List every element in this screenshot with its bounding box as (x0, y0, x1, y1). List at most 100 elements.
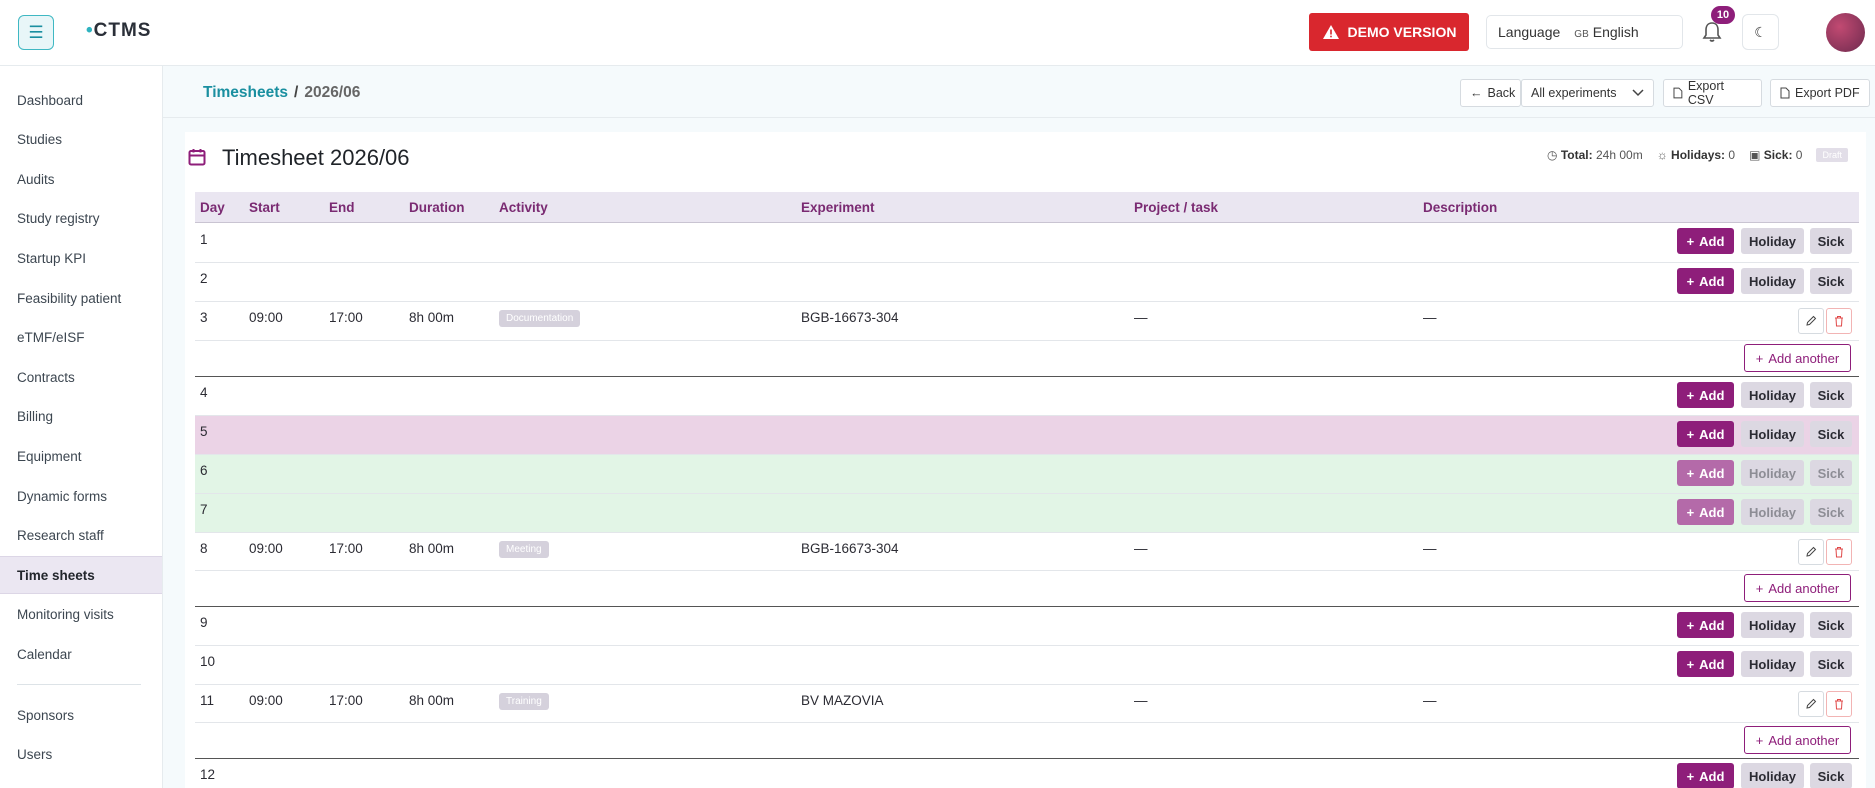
breadcrumb-bar: Timesheets / 2026/06 ← Back All experiment… (163, 66, 1875, 118)
breadcrumb-link-timesheets[interactable]: Timesheets (203, 84, 288, 101)
add-entry-button[interactable]: + Add (1677, 499, 1734, 525)
sidebar-item-etmf[interactable]: eTMF/eISF (0, 319, 162, 355)
add-entry-button[interactable]: + Add (1677, 763, 1734, 788)
holiday-button[interactable]: Holiday (1741, 268, 1804, 294)
sidebar-item-contracts[interactable]: Contracts (0, 359, 162, 395)
holiday-button[interactable]: Holiday (1741, 651, 1804, 677)
add-entry-button[interactable]: + Add (1677, 612, 1734, 638)
day-number: 3 (200, 310, 208, 325)
hamburger-menu-button[interactable]: ☰ (18, 15, 54, 50)
warning-icon (1322, 25, 1339, 39)
sidebar-item-studies[interactable]: Studies (0, 121, 162, 157)
plus-icon: + (1686, 465, 1695, 481)
theme-toggle-button[interactable]: ☾ (1742, 14, 1779, 50)
add-entry-button[interactable]: + Add (1677, 268, 1734, 294)
column-header-experiment: Experiment (801, 200, 875, 215)
add-entry-button[interactable]: + Add (1677, 382, 1734, 408)
delete-entry-button[interactable] (1826, 691, 1852, 717)
sick-button[interactable]: Sick (1810, 612, 1852, 638)
sick-button[interactable]: Sick (1810, 651, 1852, 677)
plus-icon: + (1686, 273, 1695, 289)
add-another-button[interactable]: + Add another (1744, 574, 1851, 602)
description: — (1423, 541, 1437, 556)
start-time: 09:00 (249, 541, 283, 556)
day-number: 4 (200, 385, 208, 400)
day-number: 8 (200, 541, 208, 556)
table-row: 1 + Add Holiday Sick (195, 224, 1859, 263)
experiment-filter-select[interactable]: All experiments (1521, 79, 1654, 107)
plus-icon: + (1686, 387, 1695, 403)
sick-button[interactable]: Sick (1810, 763, 1852, 788)
trash-icon (1835, 547, 1843, 558)
table-header: Day Start End Duration Activity Experime… (195, 192, 1859, 223)
add-entry-button[interactable]: + Add (1677, 228, 1734, 254)
add-entry-button[interactable]: + Add (1677, 460, 1734, 486)
sidebar-item-dynamic-forms[interactable]: Dynamic forms (0, 478, 162, 514)
breadcrumb: Timesheets / 2026/06 (203, 84, 360, 102)
sick-button[interactable]: Sick (1810, 499, 1852, 525)
file-icon (1673, 87, 1683, 99)
edit-entry-button[interactable] (1798, 691, 1824, 717)
column-header-duration: Duration (409, 200, 465, 215)
app-logo[interactable]: •CTMS (86, 20, 151, 42)
sidebar-item-audits[interactable]: Audits (0, 161, 162, 197)
table-row: 6 + Add Holiday Sick (195, 455, 1859, 494)
sidebar-item-calendar[interactable]: Calendar (0, 636, 162, 672)
add-entry-button[interactable]: + Add (1677, 421, 1734, 447)
table-row: 5 + Add Holiday Sick (195, 416, 1859, 455)
plus-icon: + (1686, 617, 1695, 633)
holiday-button[interactable]: Holiday (1741, 382, 1804, 408)
edit-entry-button[interactable] (1798, 308, 1824, 334)
add-another-row: + Add another (195, 723, 1859, 759)
sidebar-item-users[interactable]: Users (0, 736, 162, 772)
back-button[interactable]: ← Back (1460, 79, 1521, 107)
holiday-button[interactable]: Holiday (1741, 228, 1804, 254)
delete-entry-button[interactable] (1826, 539, 1852, 565)
description: — (1423, 693, 1437, 708)
trash-icon (1835, 699, 1843, 710)
sick-button[interactable]: Sick (1810, 228, 1852, 254)
sick-button[interactable]: Sick (1810, 268, 1852, 294)
language-selector[interactable]: Language GB English (1486, 15, 1683, 49)
sidebar-item-monitoring-visits[interactable]: Monitoring visits (0, 596, 162, 632)
file-icon (1780, 87, 1790, 99)
sidebar-item-sponsors[interactable]: Sponsors (0, 697, 162, 733)
sidebar-item-time-sheets[interactable]: Time sheets (0, 556, 162, 594)
sick-button[interactable]: Sick (1810, 421, 1852, 447)
day-number: 12 (200, 767, 216, 782)
pencil-icon (1806, 698, 1817, 709)
add-another-button[interactable]: + Add another (1744, 344, 1851, 372)
export-csv-button[interactable]: Export CSV (1663, 79, 1762, 107)
sick-button[interactable]: Sick (1810, 382, 1852, 408)
add-entry-button[interactable]: + Add (1677, 651, 1734, 677)
add-another-row: + Add another (195, 571, 1859, 607)
edit-entry-button[interactable] (1798, 539, 1824, 565)
sidebar-item-feasibility-patient[interactable]: Feasibility patient (0, 280, 162, 316)
add-another-button[interactable]: + Add another (1744, 726, 1851, 754)
holiday-button[interactable]: Holiday (1741, 421, 1804, 447)
breadcrumb-separator: / (294, 84, 299, 101)
sidebar-item-study-registry[interactable]: Study registry (0, 200, 162, 236)
table-row: 2 + Add Holiday Sick (195, 263, 1859, 302)
sidebar-item-billing[interactable]: Billing (0, 398, 162, 434)
column-header-start: Start (249, 200, 280, 215)
sidebar-item-equipment[interactable]: Equipment (0, 438, 162, 474)
day-number: 2 (200, 271, 208, 286)
sick-button[interactable]: Sick (1810, 460, 1852, 486)
sidebar-item-startup-kpi[interactable]: Startup KPI (0, 240, 162, 276)
holiday-button[interactable]: Holiday (1741, 612, 1804, 638)
holiday-button[interactable]: Holiday (1741, 499, 1804, 525)
sidebar-item-dashboard[interactable]: Dashboard (0, 82, 162, 118)
sidebar-item-research-staff[interactable]: Research staff (0, 517, 162, 553)
demo-version-button[interactable]: DEMO VERSION (1309, 13, 1469, 51)
column-header-project-task: Project / task (1134, 200, 1219, 215)
day-number: 5 (200, 424, 208, 439)
pencil-icon (1806, 546, 1817, 557)
holiday-button[interactable]: Holiday (1741, 763, 1804, 788)
export-pdf-button[interactable]: Export PDF (1770, 79, 1870, 107)
holiday-button[interactable]: Holiday (1741, 460, 1804, 486)
table-row: 12 + Add Holiday Sick (195, 759, 1859, 788)
user-avatar[interactable] (1826, 13, 1865, 52)
delete-entry-button[interactable] (1826, 308, 1852, 334)
day-number: 11 (200, 693, 215, 708)
